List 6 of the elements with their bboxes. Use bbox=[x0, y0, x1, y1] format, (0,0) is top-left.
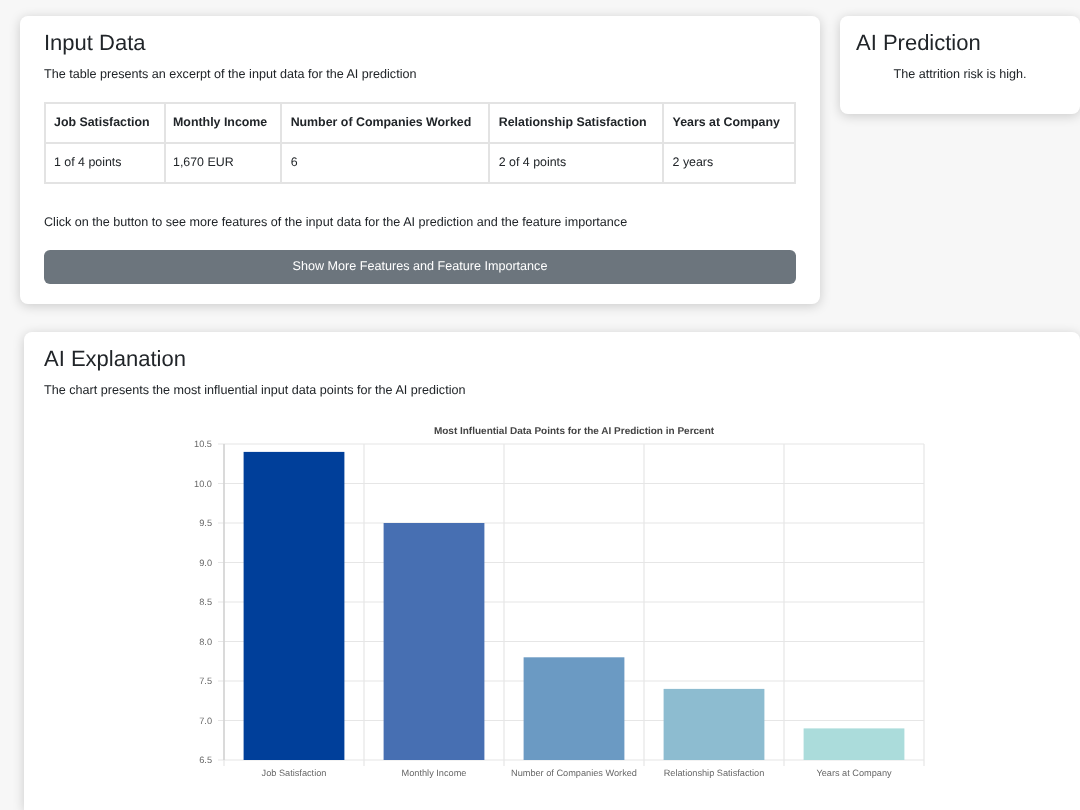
bar bbox=[663, 688, 765, 760]
card-title: AI Prediction bbox=[856, 32, 983, 59]
card-title: AI Explanation bbox=[44, 348, 188, 375]
card-title: Input Data bbox=[44, 32, 148, 59]
bar bbox=[803, 727, 905, 760]
bar bbox=[523, 656, 625, 760]
